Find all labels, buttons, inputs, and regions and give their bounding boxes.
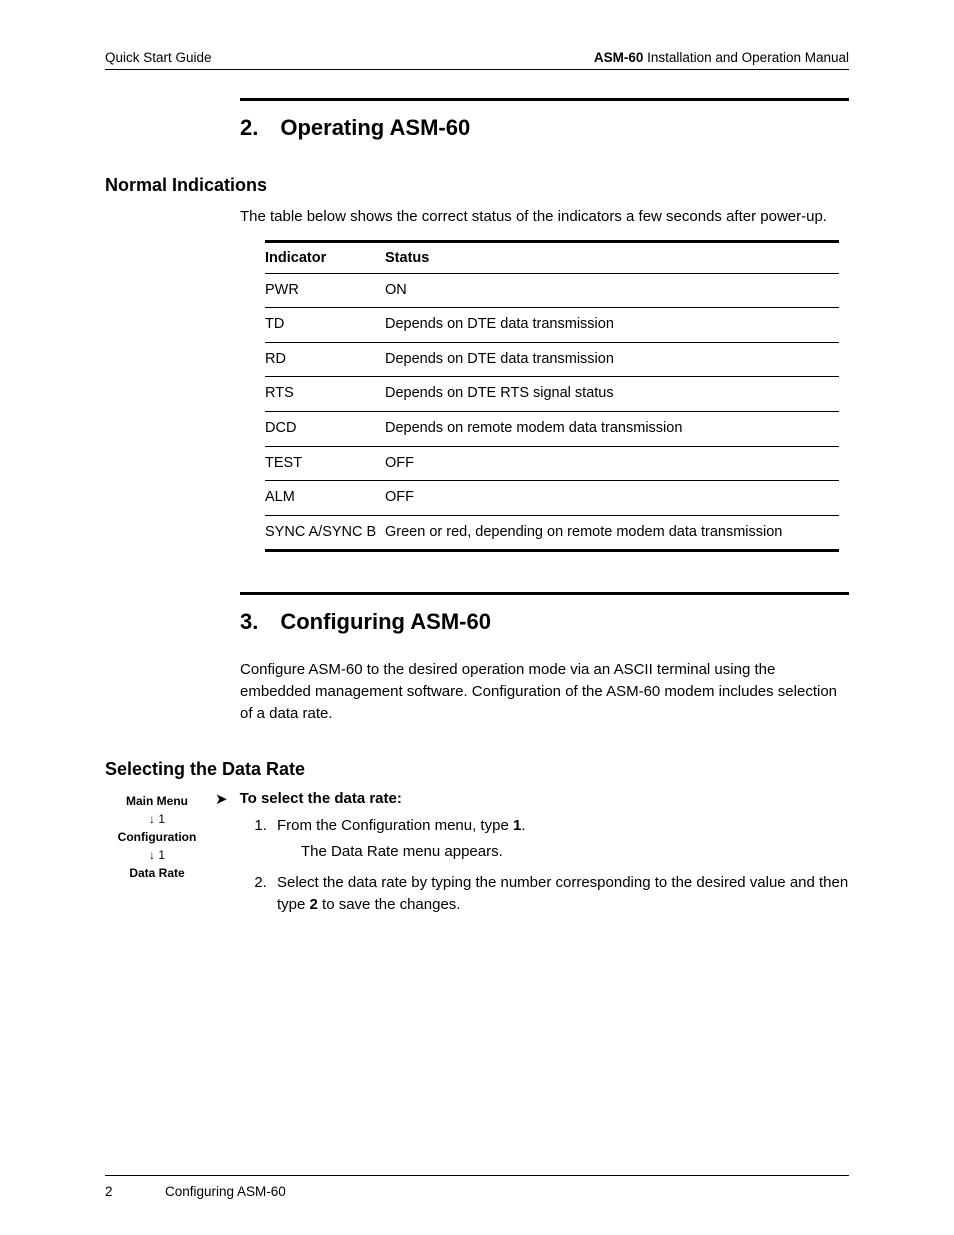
page-footer: 2 Configuring ASM-60	[105, 1175, 849, 1199]
header-right: ASM-60 Installation and Operation Manual	[594, 50, 849, 65]
step-key: 2	[310, 896, 318, 913]
subhead-selecting-data-rate: Selecting the Data Rate	[105, 759, 849, 780]
menu-path: Main Menu ↓ 1 Configuration ↓ 1 Data Rat…	[105, 790, 209, 925]
table-row: SYNC A/SYNC BGreen or red, depending on …	[265, 515, 839, 551]
cell-status: Depends on DTE RTS signal status	[385, 377, 839, 412]
header-product: ASM-60	[594, 50, 644, 65]
table-row: ALMOFF	[265, 481, 839, 516]
cell-indicator: ALM	[265, 481, 385, 516]
th-indicator: Indicator	[265, 241, 385, 273]
footer-section-title: Configuring ASM-60	[165, 1184, 286, 1199]
cell-indicator: TD	[265, 308, 385, 343]
procedure-title: To select the data rate:	[240, 790, 402, 807]
menu-path-item: Data Rate	[105, 864, 209, 882]
table-row: TESTOFF	[265, 446, 839, 481]
cell-status: Depends on DTE data transmission	[385, 308, 839, 343]
section-configuring: 3. Configuring ASM-60 Configure ASM-60 t…	[240, 592, 849, 724]
cell-indicator: SYNC A/SYNC B	[265, 515, 385, 551]
down-arrow-icon: ↓ 1	[105, 810, 209, 828]
cell-status: OFF	[385, 446, 839, 481]
section-operating: 2. Operating ASM-60	[240, 98, 849, 141]
step-text: From the Configuration menu, type	[277, 817, 513, 834]
indicator-table: Indicator Status PWRON TDDepends on DTE …	[265, 240, 839, 553]
table-row: TDDepends on DTE data transmission	[265, 308, 839, 343]
header-left: Quick Start Guide	[105, 50, 212, 65]
procedure-body: ➤ To select the data rate: From the Conf…	[209, 790, 849, 925]
procedure-lead: ➤ To select the data rate:	[215, 790, 849, 807]
intro-configuring: Configure ASM-60 to the desired operatio…	[240, 659, 849, 724]
th-status: Status	[385, 241, 839, 273]
cell-indicator: TEST	[265, 446, 385, 481]
intro-normal-indications: The table below shows the correct status…	[240, 206, 849, 228]
down-arrow-icon: ↓ 1	[105, 846, 209, 864]
procedure-step: From the Configuration menu, type 1. The…	[271, 815, 849, 864]
header-doc-title: Installation and Operation Manual	[643, 50, 849, 65]
step-text: .	[521, 817, 525, 834]
cell-indicator: DCD	[265, 412, 385, 447]
cell-indicator: RTS	[265, 377, 385, 412]
menu-path-item: Configuration	[105, 828, 209, 846]
cell-status: Depends on DTE data transmission	[385, 342, 839, 377]
page-header: Quick Start Guide ASM-60 Installation an…	[105, 50, 849, 70]
section-title-configuring: 3. Configuring ASM-60	[240, 609, 849, 635]
table-row: RTSDepends on DTE RTS signal status	[265, 377, 839, 412]
cell-status: Depends on remote modem data transmissio…	[385, 412, 839, 447]
procedure-row: Main Menu ↓ 1 Configuration ↓ 1 Data Rat…	[105, 790, 849, 925]
step-text: to save the changes.	[318, 896, 461, 913]
section-title-operating: 2. Operating ASM-60	[240, 115, 849, 141]
page-number: 2	[105, 1184, 125, 1199]
cell-indicator: PWR	[265, 273, 385, 308]
subhead-normal-indications: Normal Indications	[105, 175, 849, 196]
step-result: The Data Rate menu appears.	[301, 841, 849, 864]
procedure-list: From the Configuration menu, type 1. The…	[215, 815, 849, 917]
table-row: DCDDepends on remote modem data transmis…	[265, 412, 839, 447]
table-row: PWRON	[265, 273, 839, 308]
cell-indicator: RD	[265, 342, 385, 377]
procedure-step: Select the data rate by typing the numbe…	[271, 872, 849, 917]
cell-status: OFF	[385, 481, 839, 516]
indicator-table-wrap: Indicator Status PWRON TDDepends on DTE …	[265, 240, 839, 553]
procedure-arrow-icon: ➤	[215, 792, 228, 807]
cell-status: Green or red, depending on remote modem …	[385, 515, 839, 551]
table-row: RDDepends on DTE data transmission	[265, 342, 839, 377]
cell-status: ON	[385, 273, 839, 308]
menu-path-item: Main Menu	[105, 792, 209, 810]
